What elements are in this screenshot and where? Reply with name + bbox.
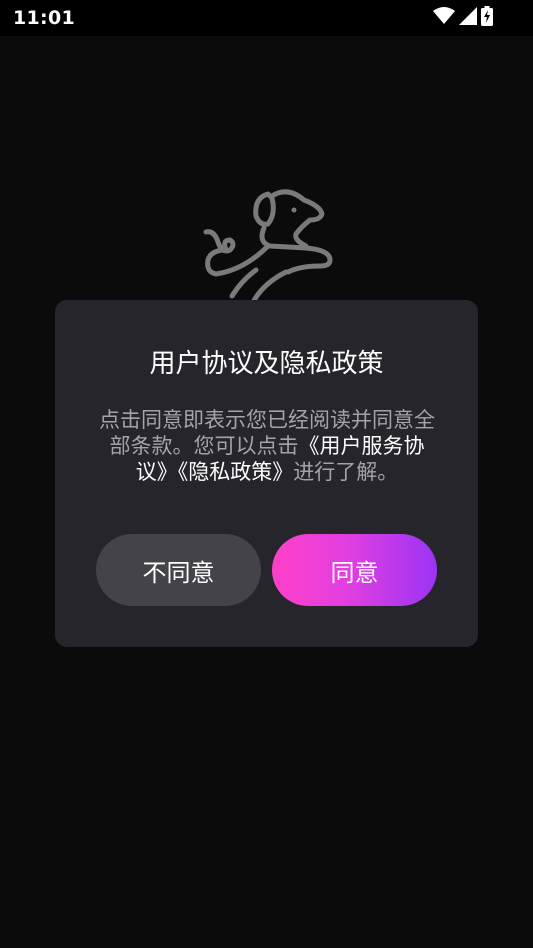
privacy-policy-link[interactable]: 《隐私政策》 [178, 460, 294, 484]
dog-logo-icon [196, 180, 336, 310]
status-icons [433, 6, 493, 30]
dialog-title: 用户协议及隐私政策 [149, 349, 384, 379]
cellular-signal-icon [459, 7, 477, 29]
status-time: 11:01 [13, 7, 75, 29]
wifi-icon [433, 7, 455, 29]
dialog-body-outro: 进行了解。 [293, 460, 399, 484]
status-bar: 11:01 [0, 0, 533, 36]
decline-button[interactable]: 不同意 [96, 534, 261, 606]
dialog-body-text: 点击同意即表示您已经阅读并同意全部条款。您可以点击《用户服务协议》《隐私政策》进… [98, 407, 436, 485]
battery-charging-icon [481, 6, 493, 30]
app-screen: 11:01 用户协议及隐私政策 点击同意即表示您已经阅读并同意全部条款。您可以点… [0, 0, 533, 948]
agree-button[interactable]: 同意 [272, 534, 437, 606]
